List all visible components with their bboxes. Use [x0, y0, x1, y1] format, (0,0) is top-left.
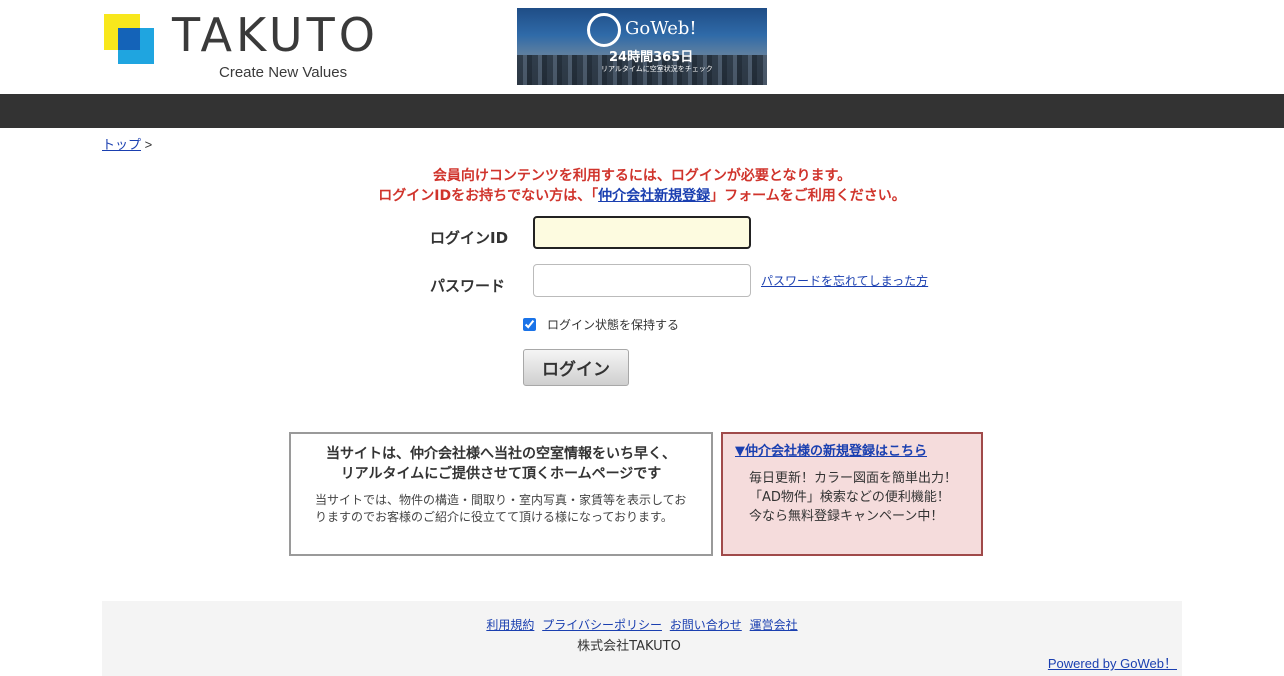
- logo-brand-text: TAKUTO: [172, 8, 379, 62]
- breadcrumb: トップ >: [102, 134, 152, 153]
- login-id-input[interactable]: [533, 216, 751, 249]
- footer-link-company[interactable]: 運営会社: [750, 618, 798, 632]
- register-feature-2: 「AD物件」検索などの便利機能！: [749, 490, 950, 505]
- logo-blue-square: [118, 28, 140, 50]
- banner-hours: 24時間365日: [609, 50, 694, 65]
- register-link[interactable]: ▼仲介会社様の新規登録はこちら: [735, 444, 927, 459]
- notice-line-2-before: ログインIDをお持ちでない方は、「: [378, 188, 599, 204]
- password-label: パスワード: [430, 277, 506, 295]
- nav-bar: [0, 94, 1284, 128]
- register-feature-3: 今なら無料登録キャンペーン中！: [749, 509, 944, 524]
- breadcrumb-home-link[interactable]: トップ: [102, 137, 141, 152]
- site-footer: 利用規約 プライバシーポリシー お問い合わせ 運営会社 株式会社TAKUTO P…: [102, 601, 1182, 676]
- info-body: 当サイトでは、物件の構造・間取り・室内写真・家賃等を表示しておりますのでお客様の…: [315, 493, 687, 524]
- logo-tagline: Create New Values: [219, 64, 348, 81]
- agent-registration-link[interactable]: 仲介会社新規登録: [598, 188, 710, 204]
- footer-link-terms[interactable]: 利用規約: [486, 618, 534, 632]
- register-feature-1: 毎日更新！カラー図面を簡単出力！: [749, 471, 958, 486]
- info-heading-line-1: 当サイトは、仲介会社様へ当社の空室情報をいち早く、: [326, 446, 676, 462]
- keep-login-option[interactable]: ログイン状態を保持する: [523, 316, 679, 333]
- register-box: ▼仲介会社様の新規登録はこちら 毎日更新！カラー図面を簡単出力！ 「AD物件」検…: [721, 432, 983, 556]
- goweb-banner[interactable]: GoWeb! 24時間365日 リアルタイムに空室状況をチェック: [517, 8, 767, 85]
- notice-line-1: 会員向けコンテンツを利用するには、ログインが必要となります。: [432, 168, 852, 184]
- banner-brand: GoWeb!: [625, 18, 697, 39]
- banner-subtext: リアルタイムに空室状況をチェック: [601, 65, 713, 73]
- footer-link-contact[interactable]: お問い合わせ: [670, 618, 742, 632]
- keep-login-label: ログイン状態を保持する: [547, 318, 680, 332]
- footer-link-privacy[interactable]: プライバシーポリシー: [542, 618, 662, 632]
- register-features: 毎日更新！カラー図面を簡単出力！ 「AD物件」検索などの便利機能！ 今なら無料登…: [749, 469, 969, 526]
- takuto-logo[interactable]: TAKUTO Create New Values: [104, 8, 384, 82]
- site-info-box: 当サイトは、仲介会社様へ当社の空室情報をいち早く、 リアルタイムにご提供させて頂…: [289, 432, 713, 556]
- notice-line-2-after: 」フォームをご利用ください。: [710, 188, 906, 204]
- footer-links: 利用規約 プライバシーポリシー お問い合わせ 運営会社: [102, 616, 1182, 633]
- login-id-label: ログインID: [430, 229, 509, 247]
- breadcrumb-separator: >: [144, 137, 153, 152]
- powered-by-link[interactable]: Powered by GoWeb！: [1048, 653, 1177, 672]
- notice-line-2: ログインIDをお持ちでない方は、「仲介会社新規登録」フォームをご利用ください。: [0, 186, 1284, 206]
- password-input[interactable]: [533, 264, 751, 297]
- keep-login-checkbox[interactable]: [523, 318, 536, 331]
- info-heading-line-2: リアルタイムにご提供させて頂くホームページです: [340, 466, 662, 482]
- footer-company: 株式会社TAKUTO: [577, 639, 681, 654]
- login-notice: 会員向けコンテンツを利用するには、ログインが必要となります。 ログインIDをお持…: [0, 166, 1284, 206]
- login-button[interactable]: ログイン: [523, 349, 629, 386]
- info-heading: 当サイトは、仲介会社様へ当社の空室情報をいち早く、 リアルタイムにご提供させて頂…: [315, 444, 687, 484]
- site-header: TAKUTO Create New Values GoWeb! 24時間365日…: [0, 0, 1284, 94]
- forgot-password-link[interactable]: パスワードを忘れてしまった方: [761, 272, 928, 289]
- goweb-logo-icon: [587, 13, 621, 47]
